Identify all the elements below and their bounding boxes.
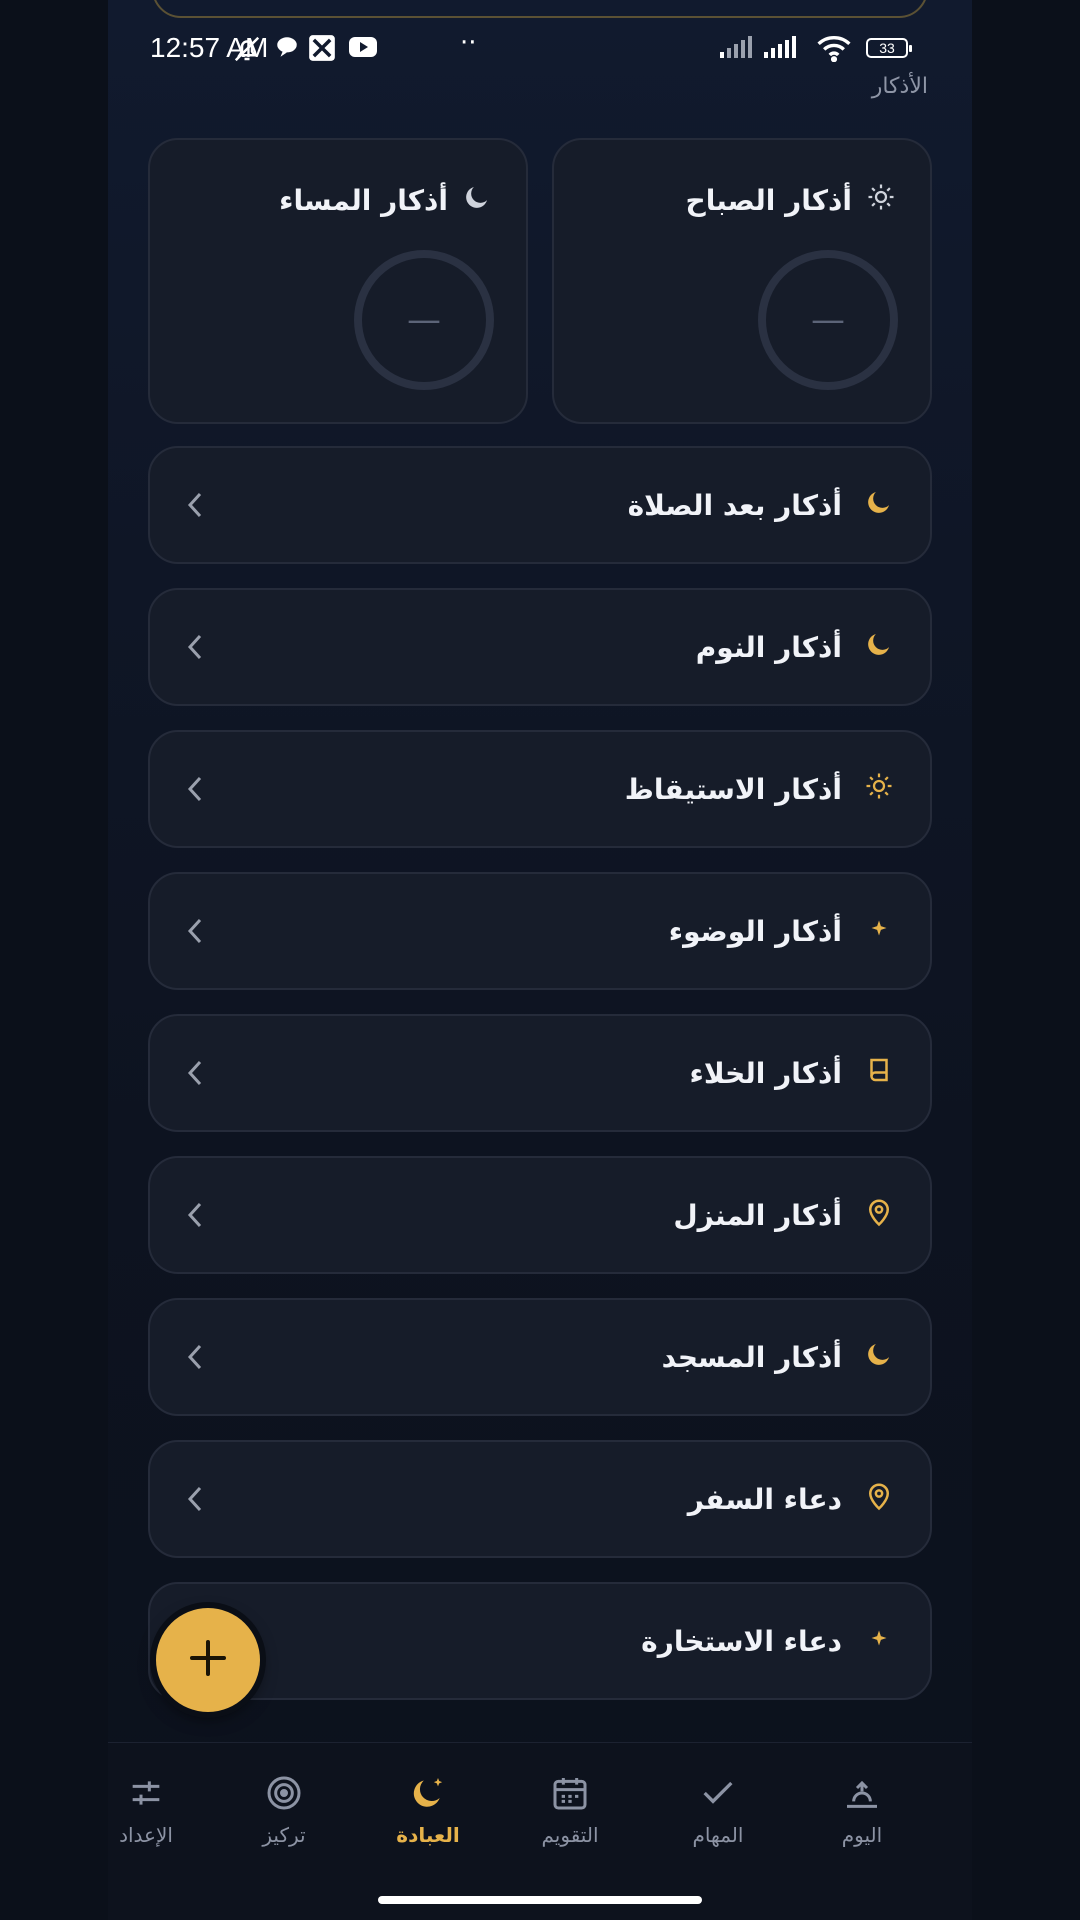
list-item[interactable]: دعاء السفر — [148, 1440, 932, 1558]
chevron-left-icon — [184, 1484, 206, 1518]
list-item-title: دعاء السفر — [687, 1482, 842, 1516]
check-icon — [658, 1773, 778, 1813]
chevron-left-icon — [184, 774, 206, 808]
list-item-title: أذكار النوم — [695, 630, 842, 664]
morning-adhkar-card[interactable]: أذكار الصباح — — [552, 138, 932, 424]
app-screen: 12:57 AM ·· 33 الأذكار أذكار الصباح — أذ… — [108, 0, 972, 1920]
nav-label: العبادة — [396, 1823, 460, 1847]
chevron-left-icon — [184, 1058, 206, 1092]
evening-adhkar-title: أذكار المساء — [279, 184, 448, 217]
battery-indicator: 33 — [866, 38, 912, 58]
morning-progress-ring: — — [758, 250, 898, 390]
moon-icon — [864, 1339, 894, 1376]
list-item-title: أذكار المنزل — [673, 1198, 842, 1232]
nav-label: الإعداد — [119, 1823, 173, 1847]
list-item[interactable]: أذكار المسجد — [148, 1298, 932, 1416]
location-pin-icon — [864, 1197, 894, 1234]
list-item[interactable]: أذكار النوم — [148, 588, 932, 706]
list-item[interactable]: دعاء الاستخارة — [148, 1582, 932, 1700]
nav-item-calendar[interactable]: التقويم — [510, 1773, 630, 1847]
signal-weak-icon — [720, 34, 756, 64]
right-backdrop — [972, 0, 1080, 1920]
add-button[interactable] — [156, 1608, 260, 1712]
app-notification-icon — [308, 34, 336, 66]
list-item[interactable]: أذكار الخلاء — [148, 1014, 932, 1132]
sliders-icon — [108, 1773, 206, 1813]
list-item[interactable]: أذكار الاستيقاظ — [148, 730, 932, 848]
target-icon — [224, 1773, 344, 1813]
status-bar: 12:57 AM ·· 33 — [108, 28, 972, 72]
youtube-icon — [348, 34, 378, 64]
sparkle-icon — [864, 913, 894, 950]
evening-progress-ring: — — [354, 250, 494, 390]
sparkle-icon — [864, 1623, 894, 1660]
list-item-title: دعاء الاستخارة — [641, 1624, 842, 1658]
list-item[interactable]: أذكار الوضوء — [148, 872, 932, 990]
left-backdrop — [0, 0, 108, 1920]
chevron-left-icon — [184, 632, 206, 666]
chat-icon — [274, 34, 300, 64]
page-label: الأذكار — [871, 74, 928, 99]
list-item-title: أذكار الوضوء — [668, 914, 842, 948]
nav-item-today[interactable]: اليوم — [802, 1773, 922, 1847]
nav-label: اليوم — [841, 1823, 883, 1847]
plus-icon — [188, 1638, 228, 1682]
morning-adhkar-title: أذكار الصباح — [685, 184, 852, 217]
nav-item-worship[interactable]: العبادة — [368, 1773, 488, 1847]
sunset-icon — [802, 1773, 922, 1813]
chevron-left-icon — [184, 1200, 206, 1234]
top-search-pill[interactable] — [152, 0, 928, 18]
book-icon — [864, 1055, 894, 1092]
location-pin-icon — [864, 1481, 894, 1518]
moon-star-icon — [368, 1773, 488, 1813]
signal-strong-icon — [764, 34, 800, 64]
sun-icon — [866, 182, 896, 219]
nav-item-focus[interactable]: تركيز — [224, 1773, 344, 1847]
wifi-icon — [816, 34, 852, 66]
list-item[interactable]: أذكار بعد الصلاة — [148, 446, 932, 564]
chevron-left-icon — [184, 1342, 206, 1376]
bottom-navigation: اليوم المهام التقويم العبادة تركيز الإعد… — [108, 1742, 972, 1920]
chevron-left-icon — [184, 490, 206, 524]
list-item[interactable]: أذكار المنزل — [148, 1156, 932, 1274]
nav-label: تركيز — [262, 1823, 306, 1847]
nav-label: المهام — [692, 1823, 744, 1847]
bell-off-icon — [232, 34, 262, 68]
chevron-left-icon — [184, 916, 206, 950]
moon-icon — [864, 487, 894, 524]
moon-icon — [864, 629, 894, 666]
moon-icon — [462, 182, 492, 219]
nav-label: التقويم — [541, 1823, 599, 1847]
more-notifications-indicator: ·· — [460, 28, 477, 58]
nav-item-settings[interactable]: الإعداد — [108, 1773, 206, 1847]
evening-adhkar-card[interactable]: أذكار المساء — — [148, 138, 528, 424]
list-item-title: أذكار المسجد — [661, 1340, 842, 1374]
list-item-title: أذكار الاستيقاظ — [624, 772, 842, 806]
list-item-title: أذكار الخلاء — [689, 1056, 843, 1090]
sun-icon — [864, 771, 894, 808]
calendar-icon — [510, 1773, 630, 1813]
nav-item-tasks[interactable]: المهام — [658, 1773, 778, 1847]
list-item-title: أذكار بعد الصلاة — [627, 488, 842, 522]
home-indicator[interactable] — [378, 1896, 702, 1904]
